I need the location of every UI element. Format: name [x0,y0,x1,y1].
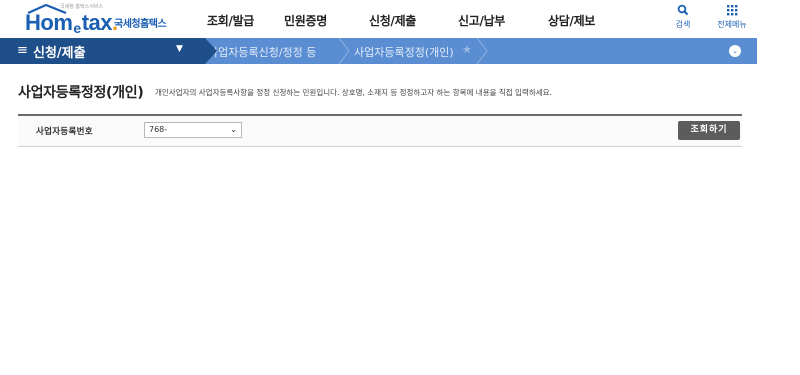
search-icon [677,4,689,16]
gnb-consult-report[interactable]: 상담/제보 [548,12,595,29]
logo-wordmark: Hometax. [25,10,118,36]
gnb-inquiry-issue[interactable]: 조회/발급 [207,12,254,29]
all-menu-label: 전체메뉴 [717,20,747,29]
breadcrumb-item-2[interactable]: 사업자등록정정(개인) [354,44,454,60]
all-menu-button[interactable]: 전체메뉴 [704,4,760,30]
chevron-down-icon: ⌄ [230,125,237,134]
hamburger-icon[interactable]: ≡ [17,43,28,58]
gnb-civil-certificate[interactable]: 민원증명 [284,12,327,29]
search-label: 검색 [675,20,691,29]
breadcrumb-separator-icon [476,38,488,64]
gnb-report-pay[interactable]: 신고/납부 [458,12,505,29]
search-panel: 사업자등록번호 768- ⌄ 조회하기 [18,114,742,147]
chevron-down-icon[interactable]: ⌄ [729,45,741,57]
header: 국세청 홈택스서비스 Hometax. 국세청홈택스 조회/발급 민원증명 신청… [0,0,800,38]
logo-tagline: 국세청 홈택스서비스 [60,4,103,10]
gnb-apply-submit[interactable]: 신청/제출 [369,12,416,29]
nav-category-title: 신청/제출 [33,46,86,61]
inquiry-button[interactable]: 조회하기 [678,121,740,140]
business-number-select[interactable]: 768- ⌄ [144,122,242,138]
search-button[interactable]: 검색 [663,4,703,30]
business-number-label: 사업자등록번호 [36,127,93,137]
breadcrumb-item-1[interactable]: 사업자등록신청/정정 등 [208,44,316,60]
caret-down-icon[interactable]: ▼ [176,44,183,54]
page-description: 개인사업자의 사업자등록사항을 정정 신청하는 민원입니다. 상호명, 소재지 … [155,88,552,97]
logo-subtitle: 국세청홈택스 [114,19,167,30]
page-title: 사업자등록정정(개인) [18,85,144,101]
grid-icon [727,5,738,16]
hometax-logo[interactable]: 국세청 홈택스서비스 Hometax. 국세청홈택스 [22,2,172,36]
business-number-value: 768- [149,125,168,134]
location-bar: ≡ 신청/제출 ▼ 사업자등록신청/정정 등 사업자등록정정(개인) ★ ⌄ [0,38,757,64]
nav-category-selector[interactable]: ≡ 신청/제출 ▼ [0,38,217,64]
breadcrumb-separator-icon [338,38,350,64]
favorite-star-icon[interactable]: ★ [462,43,472,56]
